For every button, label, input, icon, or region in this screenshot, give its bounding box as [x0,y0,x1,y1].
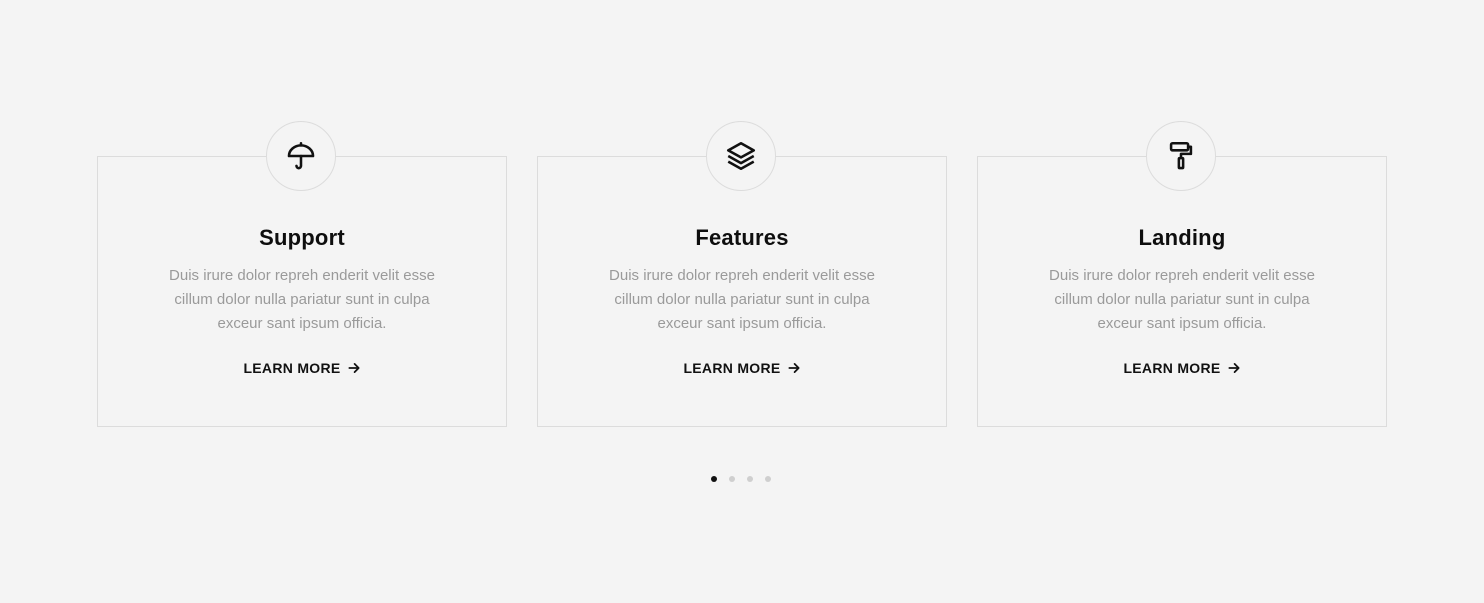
card-description: Duis irure dolor repreh enderit velit es… [1049,267,1315,332]
pagination-dot-3[interactable] [747,476,753,482]
card-description: Duis irure dolor repreh enderit velit es… [169,267,435,332]
learn-more-link[interactable]: LEARN MORE [98,360,506,376]
learn-more-link[interactable]: LEARN MORE [538,360,946,376]
umbrella-icon [266,121,336,191]
carousel-pagination [711,476,771,482]
card-description: Duis irure dolor repreh enderit velit es… [609,267,875,332]
pagination-dot-2[interactable] [729,476,735,482]
card-title: Landing [1138,225,1226,250]
learn-more-label: LEARN MORE [683,360,781,376]
learn-more-link[interactable]: LEARN MORE [978,360,1386,376]
layers-icon [706,121,776,191]
arrow-right-icon [788,363,800,373]
card-landing: Landing Duis irure dolor repreh enderit … [977,121,1387,427]
learn-more-label: LEARN MORE [243,360,341,376]
card-features: Features Duis irure dolor repreh enderit… [537,121,947,427]
pagination-dot-4[interactable] [765,476,771,482]
card-title: Support [259,225,345,250]
paint-roller-icon [1146,121,1216,191]
feature-cards: Support Duis irure dolor repreh enderit … [97,121,1387,427]
card-title: Features [695,225,789,250]
card-support: Support Duis irure dolor repreh enderit … [97,121,507,427]
arrow-right-icon [1228,363,1240,373]
pagination-dot-1[interactable] [711,476,717,482]
learn-more-label: LEARN MORE [1123,360,1221,376]
arrow-right-icon [348,363,360,373]
